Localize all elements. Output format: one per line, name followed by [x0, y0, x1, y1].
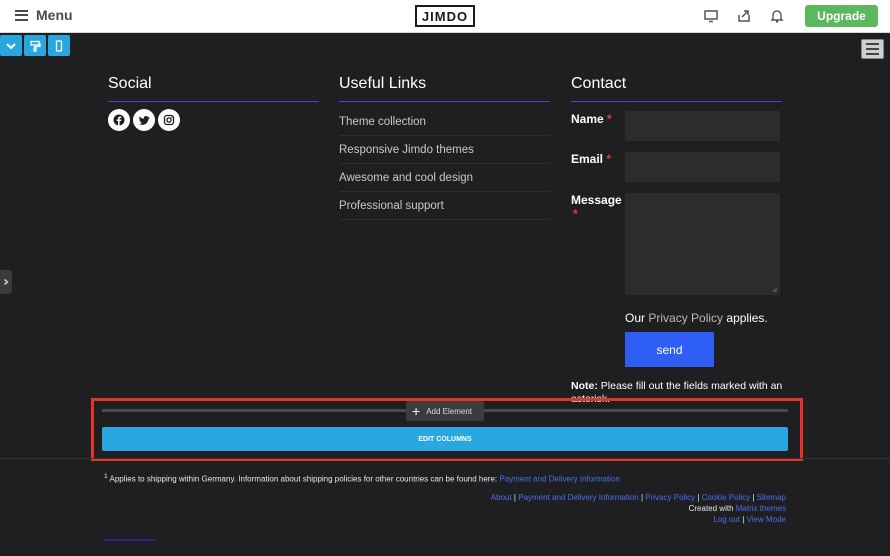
- link-theme-collection[interactable]: Theme collection: [339, 108, 550, 136]
- footer-divider: [0, 458, 890, 459]
- footer-links: About | Payment and Delivery Information…: [491, 493, 786, 502]
- message-label-text: Message: [571, 193, 622, 207]
- email-label: Email *: [571, 152, 611, 166]
- contact-title: Contact: [571, 75, 627, 92]
- footer-about-link[interactable]: About: [491, 493, 512, 502]
- view-mode-link[interactable]: View Mode: [747, 515, 786, 524]
- highlight-box: [91, 398, 803, 461]
- design-tool-button[interactable]: [24, 35, 46, 56]
- privacy-prefix: Our: [625, 311, 646, 325]
- required-mark: *: [607, 112, 612, 126]
- link-responsive-themes[interactable]: Responsive Jimdo themes: [339, 136, 550, 164]
- name-field[interactable]: [625, 111, 780, 141]
- required-mark: *: [573, 207, 578, 221]
- email-field[interactable]: [625, 152, 780, 182]
- contact-divider: [571, 101, 782, 102]
- footer-session: Log out | View Mode: [713, 515, 786, 524]
- separator: |: [742, 515, 745, 524]
- social-title: Social: [108, 75, 152, 92]
- footer-sitemap-link[interactable]: Sitemap: [757, 493, 786, 502]
- footnote-payment-link[interactable]: Payment and Delivery Information: [499, 475, 620, 484]
- mobile-view-button[interactable]: [48, 35, 70, 56]
- separator: |: [513, 493, 516, 502]
- link-cool-design[interactable]: Awesome and cool design: [339, 164, 550, 192]
- facebook-icon: [113, 114, 125, 126]
- name-label-text: Name: [571, 112, 604, 126]
- hamburger-icon: [15, 9, 28, 21]
- desktop-icon[interactable]: [703, 8, 719, 24]
- resize-handle-icon[interactable]: [772, 287, 778, 293]
- jimdo-logo[interactable]: JIMDO: [415, 5, 475, 27]
- created-with-text: Created with: [688, 504, 734, 513]
- upgrade-button[interactable]: Upgrade: [805, 5, 878, 27]
- paint-roller-icon: [30, 40, 41, 52]
- footer-credit: Created with Matrix themes: [689, 504, 786, 513]
- mobile-icon: [55, 39, 63, 52]
- sidebar-toggle[interactable]: [0, 270, 12, 294]
- instagram-link[interactable]: [158, 109, 180, 131]
- separator: |: [752, 493, 755, 502]
- message-label: Message *: [571, 193, 622, 221]
- twitter-icon: [138, 116, 150, 125]
- share-icon[interactable]: [736, 8, 752, 24]
- footnote-text: Applies to shipping within Germany. Info…: [109, 474, 498, 484]
- corner-badge: [104, 539, 156, 556]
- footer-cookie-link[interactable]: Cookie Policy: [702, 493, 750, 502]
- collapse-tools-button[interactable]: [0, 35, 22, 56]
- message-field[interactable]: [625, 193, 780, 295]
- chevron-down-icon: [6, 42, 16, 49]
- bell-icon[interactable]: [769, 8, 785, 24]
- twitter-link[interactable]: [133, 109, 155, 131]
- footer-privacy-link[interactable]: Privacy Policy: [645, 493, 695, 502]
- links-divider: [339, 101, 550, 102]
- required-mark: *: [606, 152, 612, 166]
- separator: |: [697, 493, 700, 502]
- privacy-notice: Our Privacy Policy applies.: [625, 311, 768, 325]
- menu-label: Menu: [36, 7, 73, 23]
- shipping-footnote: 1 Applies to shipping within Germany. In…: [104, 473, 620, 484]
- site-menu-button[interactable]: [861, 39, 884, 59]
- top-bar: Menu JIMDO Upgrade: [0, 0, 890, 33]
- note-bold: Note:: [571, 380, 598, 392]
- instagram-icon: [163, 114, 175, 126]
- matrix-themes-link[interactable]: Matrix themes: [736, 504, 786, 513]
- facebook-link[interactable]: [108, 109, 130, 131]
- social-divider: [108, 101, 319, 102]
- separator: |: [640, 493, 644, 502]
- menu-button[interactable]: Menu: [15, 7, 73, 23]
- name-label: Name *: [571, 112, 612, 126]
- links-title: Useful Links: [339, 75, 427, 92]
- footnote-mark: 1: [104, 473, 108, 480]
- privacy-suffix: applies.: [726, 311, 768, 325]
- footer-payment-link[interactable]: Payment and Delivery Information: [518, 493, 639, 502]
- link-professional-support[interactable]: Professional support: [339, 192, 550, 220]
- privacy-policy-link[interactable]: Privacy Policy: [648, 311, 723, 325]
- send-button[interactable]: send: [625, 332, 714, 367]
- chevron-right-icon: [4, 278, 9, 286]
- email-label-text: Email: [571, 152, 604, 166]
- logout-link[interactable]: Log out: [713, 515, 740, 524]
